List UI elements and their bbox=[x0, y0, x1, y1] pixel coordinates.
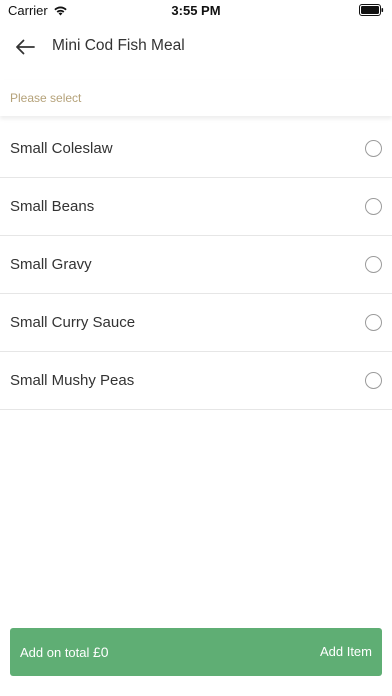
radio-button[interactable] bbox=[365, 198, 382, 215]
option-small-coleslaw[interactable]: Small Coleslaw bbox=[0, 120, 392, 178]
selection-prompt-header: Please select bbox=[0, 80, 392, 116]
option-label: Small Coleslaw bbox=[10, 140, 113, 157]
status-bar: Carrier 3:55 PM bbox=[0, 0, 392, 22]
battery-icon bbox=[359, 4, 384, 16]
radio-button[interactable] bbox=[365, 372, 382, 389]
page-title: Mini Cod Fish Meal bbox=[52, 37, 185, 54]
option-label: Small Gravy bbox=[10, 256, 92, 273]
option-small-beans[interactable]: Small Beans bbox=[0, 178, 392, 236]
option-small-gravy[interactable]: Small Gravy bbox=[0, 236, 392, 294]
option-small-mushy-peas[interactable]: Small Mushy Peas bbox=[0, 352, 392, 410]
total-amount: £0 bbox=[93, 644, 109, 660]
add-item-button[interactable]: Add Item bbox=[320, 644, 372, 659]
radio-button[interactable] bbox=[365, 140, 382, 157]
option-label: Small Curry Sauce bbox=[10, 314, 136, 331]
total-prefix: Add on total bbox=[20, 645, 90, 660]
radio-button[interactable] bbox=[365, 314, 382, 331]
add-on-total: Add on total £0 bbox=[20, 644, 109, 660]
navigation-bar: Mini Cod Fish Meal bbox=[0, 22, 392, 72]
back-button[interactable] bbox=[10, 34, 40, 60]
option-label: Small Beans bbox=[10, 198, 95, 215]
status-time: 3:55 PM bbox=[171, 3, 221, 18]
option-small-curry-sauce[interactable]: Small Curry Sauce bbox=[0, 294, 392, 352]
add-item-bar[interactable]: Add on total £0 Add Item bbox=[10, 628, 382, 676]
option-label: Small Mushy Peas bbox=[10, 372, 135, 389]
selection-prompt: Please select bbox=[10, 91, 82, 105]
radio-button[interactable] bbox=[365, 256, 382, 273]
option-list: Small Coleslaw Small Beans Small Gravy S… bbox=[0, 120, 392, 410]
arrow-left-icon bbox=[16, 39, 35, 55]
